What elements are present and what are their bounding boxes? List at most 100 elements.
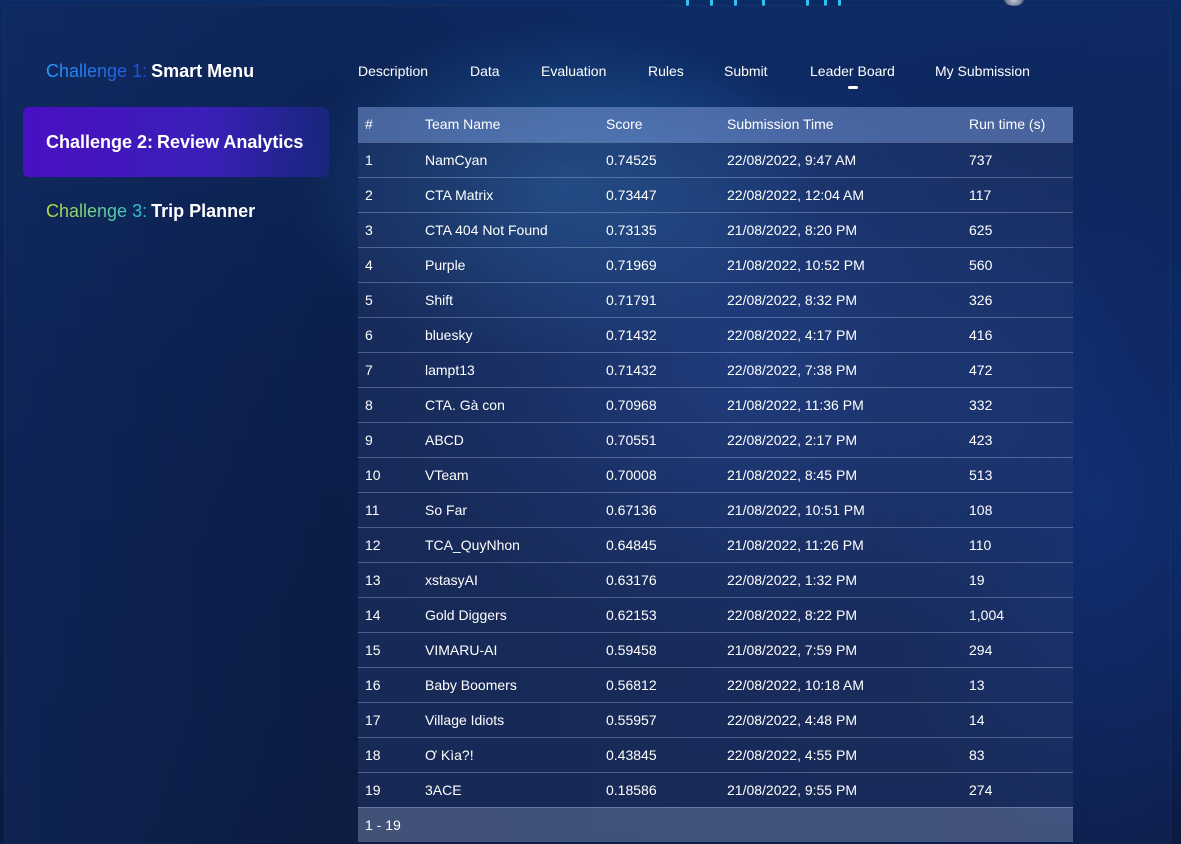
team-name-cell: CTA Matrix — [425, 186, 494, 203]
table-row: 5 Shift 0.71791 22/08/2022, 8:32 PM 326 — [358, 282, 1073, 317]
score-cell: 0.18586 — [606, 781, 657, 798]
challenge-2-name: Review Analytics — [157, 131, 304, 152]
rank-cell: 7 — [365, 361, 373, 378]
submission-time-cell: 21/08/2022, 10:51 PM — [727, 501, 865, 518]
run-time-cell: 560 — [969, 256, 993, 273]
tab-evaluation[interactable]: Evaluation — [541, 63, 606, 79]
rank-cell: 9 — [365, 431, 373, 448]
challenge-3-name: Trip Planner — [151, 200, 256, 221]
rank-cell: 1 — [365, 151, 373, 168]
run-time-cell: 274 — [969, 781, 993, 798]
rank-cell: 8 — [365, 396, 373, 413]
challenge-1-name: Smart Menu — [151, 60, 255, 81]
team-name-cell: 3ACE — [425, 781, 462, 798]
submission-time-cell: 21/08/2022, 11:36 PM — [727, 396, 864, 413]
run-time-cell: 472 — [969, 361, 993, 378]
team-name-cell: Shift — [425, 291, 454, 308]
run-time-cell: 110 — [969, 536, 992, 553]
score-cell: 0.70551 — [606, 431, 657, 448]
submission-time-cell: 22/08/2022, 8:22 PM — [727, 606, 857, 623]
tab-submit[interactable]: Submit — [724, 63, 768, 79]
score-cell: 0.71432 — [606, 326, 657, 343]
score-cell: 0.55957 — [606, 711, 657, 728]
table-row: 2 CTA Matrix 0.73447 22/08/2022, 12:04 AM 11… — [358, 177, 1073, 212]
table-row: 13 xstasyAI 0.63176 22/08/2022, 1:32 PM 19 — [358, 562, 1073, 597]
submission-time-cell: 22/08/2022, 1:32 PM — [727, 571, 857, 588]
rank-cell: 18 — [365, 746, 381, 763]
score-cell: 0.67136 — [606, 501, 657, 518]
run-time-cell: 19 — [969, 571, 985, 588]
rank-cell: 17 — [365, 711, 381, 728]
tab-leader-board[interactable]: Leader Board — [810, 63, 895, 79]
table-row: 18 Ơ Kìa?! 0.43845 22/08/2022, 4:55 PM 83 — [358, 737, 1073, 772]
table-row: 6 bluesky 0.71432 22/08/2022, 4:17 PM 416 — [358, 317, 1073, 352]
tab-data[interactable]: Data — [470, 63, 500, 79]
rank-cell: 4 — [365, 256, 373, 273]
rank-cell: 2 — [365, 186, 373, 203]
run-time-cell: 294 — [969, 641, 993, 658]
team-name-cell: bluesky — [425, 326, 473, 343]
team-name-cell: Ơ Kìa?! — [425, 746, 474, 763]
team-name-cell: TCA_QuyNhon — [425, 536, 520, 553]
run-time-cell: 513 — [969, 466, 993, 483]
submission-time-cell: 22/08/2022, 12:04 AM — [727, 186, 864, 203]
submission-time-cell: 21/08/2022, 10:52 PM — [727, 256, 865, 273]
tab-description[interactable]: Description — [358, 63, 428, 79]
team-name-cell: CTA 404 Not Found — [425, 221, 548, 238]
table-row: 4 Purple 0.71969 21/08/2022, 10:52 PM 560 — [358, 247, 1073, 282]
score-cell: 0.71791 — [606, 291, 657, 308]
leaderboard-body: 1 NamCyan 0.74525 22/08/2022, 9:47 AM 737 2 CT… — [358, 142, 1073, 807]
team-name-cell: VTeam — [425, 466, 469, 483]
header-submission-time[interactable]: Submission Time — [720, 107, 962, 142]
team-name-cell: So Far — [425, 501, 468, 518]
table-row: 12 TCA_QuyNhon 0.64845 21/08/2022, 11:26 PM… — [358, 527, 1073, 562]
team-name-cell: ABCD — [425, 431, 464, 448]
tab-rules[interactable]: Rules — [648, 63, 684, 79]
submission-time-cell: 22/08/2022, 8:32 PM — [727, 291, 857, 308]
header-score[interactable]: Score — [599, 107, 720, 142]
submission-time-cell: 22/08/2022, 9:47 AM — [727, 151, 857, 168]
run-time-cell: 117 — [969, 186, 992, 203]
table-row: 8 CTA. Gà con 0.70968 21/08/2022, 11:36 PM 3… — [358, 387, 1073, 422]
submission-time-cell: 22/08/2022, 10:18 AM — [727, 676, 864, 693]
rank-cell: 10 — [365, 466, 381, 483]
score-cell: 0.64845 — [606, 536, 657, 553]
leaderboard-table-container: # Team Name Score Submission Time Run ti… — [358, 107, 1073, 842]
team-name-cell: VIMARU-AI — [425, 641, 498, 658]
submission-time-cell: 22/08/2022, 2:17 PM — [727, 431, 857, 448]
submission-time-cell: 21/08/2022, 7:59 PM — [727, 641, 857, 658]
challenge-1-item[interactable]: Challenge 1: Smart Menu — [23, 36, 329, 106]
challenge-2-item[interactable]: Challenge 2: Review Analytics — [23, 107, 329, 177]
team-name-cell: lampt13 — [425, 361, 475, 378]
submission-time-cell: 22/08/2022, 4:17 PM — [727, 326, 857, 343]
tab-my-submission[interactable]: My Submission — [935, 63, 1030, 79]
rank-cell: 3 — [365, 221, 373, 238]
header-team-name[interactable]: Team Name — [418, 107, 599, 142]
rank-cell: 11 — [365, 501, 380, 518]
score-cell: 0.59458 — [606, 641, 657, 658]
rank-cell: 6 — [365, 326, 373, 343]
submission-time-cell: 22/08/2022, 7:38 PM — [727, 361, 857, 378]
run-time-cell: 13 — [969, 676, 985, 693]
pagination-summary: 1 - 19 — [358, 807, 1073, 842]
challenge-3-item[interactable]: Challenge 3: Trip Planner — [23, 176, 329, 246]
score-cell: 0.70008 — [606, 466, 657, 483]
score-cell: 0.73447 — [606, 186, 657, 203]
submission-time-cell: 22/08/2022, 4:48 PM — [727, 711, 857, 728]
submission-time-cell: 21/08/2022, 11:26 PM — [727, 536, 864, 553]
submission-time-cell: 21/08/2022, 9:55 PM — [727, 781, 857, 798]
header-run-time[interactable]: Run time (s) — [962, 107, 1073, 142]
rank-cell: 14 — [365, 606, 381, 623]
score-cell: 0.62153 — [606, 606, 657, 623]
table-row: 19 3ACE 0.18586 21/08/2022, 9:55 PM 274 — [358, 772, 1073, 807]
table-row: 9 ABCD 0.70551 22/08/2022, 2:17 PM 423 — [358, 422, 1073, 457]
rank-cell: 5 — [365, 291, 373, 308]
table-row: 11 So Far 0.67136 21/08/2022, 10:51 PM 108 — [358, 492, 1073, 527]
table-row: 3 CTA 404 Not Found 0.73135 21/08/2022, 8:2… — [358, 212, 1073, 247]
rank-cell: 16 — [365, 676, 381, 693]
table-row: 14 Gold Diggers 0.62153 22/08/2022, 8:22 PM… — [358, 597, 1073, 632]
active-tab-indicator — [848, 86, 858, 89]
header-rank[interactable]: # — [358, 107, 418, 142]
run-time-cell: 14 — [969, 711, 985, 728]
table-row: 17 Village Idiots 0.55957 22/08/2022, 4:48 … — [358, 702, 1073, 737]
